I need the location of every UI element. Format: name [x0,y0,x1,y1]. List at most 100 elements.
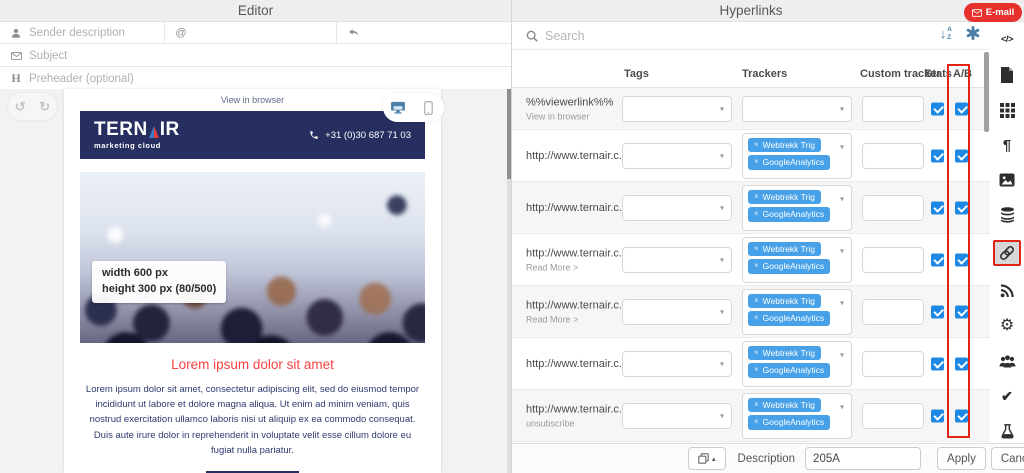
code-icon[interactable]: </> [997,30,1017,50]
link-icon[interactable] [993,240,1021,266]
custom-tracker-input[interactable] [862,298,924,325]
apply-button[interactable]: Apply [937,447,986,470]
undo-icon[interactable]: ↺ [15,100,26,113]
stats-checkbox[interactable] [931,305,944,318]
table-row: http://www.ternair.c... Read More > ▾ ▾ … [512,286,990,338]
trackers-dropdown[interactable]: ▾ × Webtrekk Trig × GoogleAnalytics [742,288,852,335]
stats-checkbox[interactable] [931,102,944,115]
tags-dropdown[interactable]: ▾ [622,350,732,377]
trackers-dropdown[interactable]: ▾ × Webtrekk Trig × GoogleAnalytics [742,392,852,439]
tracker-chip[interactable]: × GoogleAnalytics [748,311,831,326]
trackers-dropdown[interactable]: ▾ × Webtrekk Trig × GoogleAnalytics [742,236,852,283]
link-cell: %%viewerlink%% View in browser [526,96,613,121]
stats-checkbox[interactable] [931,253,944,266]
tags-dropdown[interactable]: ▾ [622,194,732,221]
reply-arrow-icon [346,28,360,38]
link-url: http://www.ternair.c... [526,299,629,311]
chip-remove-icon[interactable]: × [754,418,759,426]
chip-remove-icon[interactable]: × [754,314,759,322]
tracker-chip[interactable]: × GoogleAnalytics [748,155,831,170]
reply-to-field-wrap[interactable] [337,22,511,43]
tags-dropdown[interactable]: ▾ [622,95,732,122]
ab-checkbox[interactable] [955,357,968,370]
tracker-chip[interactable]: × GoogleAnalytics [748,415,831,430]
flask-icon[interactable] [997,421,1017,441]
chip-remove-icon[interactable]: × [754,244,759,253]
tags-dropdown[interactable]: ▾ [622,298,732,325]
tracker-chip[interactable]: × GoogleAnalytics [748,363,831,378]
paragraph-icon[interactable]: ¶ [997,135,1017,155]
custom-tracker-input[interactable] [862,246,924,273]
stats-checkbox[interactable] [931,357,944,370]
tracker-chip[interactable]: × Webtrekk Trig [748,345,821,360]
chip-remove-icon[interactable]: × [754,400,759,409]
tags-dropdown[interactable]: ▾ [622,142,732,169]
custom-tracker-input[interactable] [862,194,924,221]
tracker-chip[interactable]: × Webtrekk Trig [748,189,821,204]
copy-menu-button[interactable]: ▴ [688,447,726,470]
sender-email-field-wrap[interactable]: @ [165,22,337,43]
tags-dropdown[interactable]: ▾ [622,402,732,429]
check-icon[interactable]: ✔ [997,386,1017,406]
search-icon [526,30,538,42]
chip-remove-icon[interactable]: × [754,366,759,374]
hyperlink-rows: %%viewerlink%% View in browser ▾ ▾ http:… [512,88,990,442]
copy-icon [698,453,709,464]
image-icon[interactable] [997,170,1017,190]
tracker-chip[interactable]: × GoogleAnalytics [748,259,831,274]
desktop-preview-button[interactable] [384,93,412,122]
mobile-preview-button[interactable] [415,93,443,122]
chip-remove-icon[interactable]: × [754,158,759,166]
custom-tracker-input[interactable] [862,350,924,377]
file-icon[interactable] [997,65,1017,85]
grid-icon[interactable] [997,100,1017,120]
trackers-dropdown[interactable]: ▾ × Webtrekk Trig × GoogleAnalytics [742,184,852,231]
preheader-row[interactable]: H Preheader (optional) [0,68,511,90]
stats-checkbox[interactable] [931,409,944,422]
tracker-chip[interactable]: × GoogleAnalytics [748,207,831,222]
chip-remove-icon[interactable]: × [754,210,759,218]
trackers-dropdown[interactable]: ▾ [742,95,852,122]
sender-field-wrap[interactable]: Sender description [0,22,165,43]
tracker-chip[interactable]: × Webtrekk Trig [748,293,821,308]
gear-icon[interactable]: ⚙ [997,316,1017,336]
trackers-dropdown[interactable]: ▾ × Webtrekk Trig × GoogleAnalytics [742,340,852,387]
chip-remove-icon[interactable]: × [754,192,759,201]
tracker-chip[interactable]: × Webtrekk Trig [748,137,821,152]
subject-row[interactable]: Subject [0,45,511,67]
tracker-chip[interactable]: × Webtrekk Trig [748,241,821,256]
asterisk-icon[interactable] [966,26,980,40]
editor-canvas-area: View in browser TERN IR marketing cloud … [0,89,511,473]
custom-tracker-input[interactable] [862,402,924,429]
sort-az-icon[interactable]: ↓ AZ [940,26,952,41]
email-button[interactable]: E-mail [964,3,1022,22]
stats-checkbox[interactable] [931,149,944,162]
stats-checkbox[interactable] [931,201,944,214]
rss-icon[interactable] [997,281,1017,301]
tags-dropdown[interactable]: ▾ [622,246,732,273]
cancel-button[interactable]: Cancel [990,447,1024,470]
ab-checkbox[interactable] [955,201,968,214]
chip-remove-icon[interactable]: × [754,262,759,270]
hyperlinks-scrollbar[interactable] [984,52,989,132]
custom-tracker-input[interactable] [862,95,924,122]
search-input[interactable] [545,28,990,43]
chip-remove-icon[interactable]: × [754,348,759,357]
hyperlinks-panel-title: Hyperlinks [719,3,783,18]
chip-remove-icon[interactable]: × [754,140,759,149]
ab-checkbox[interactable] [955,149,968,162]
ab-checkbox[interactable] [955,409,968,422]
ab-checkbox[interactable] [955,253,968,266]
hero-image[interactable]: width 600 px height 300 px (80/500) [80,172,425,343]
envelope-icon [9,51,23,60]
custom-tracker-input[interactable] [862,142,924,169]
description-input[interactable] [805,447,922,470]
redo-icon[interactable]: ↻ [39,100,50,113]
trackers-dropdown[interactable]: ▾ × Webtrekk Trig × GoogleAnalytics [742,132,852,179]
ab-checkbox[interactable] [955,102,968,115]
tracker-chip[interactable]: × Webtrekk Trig [748,397,821,412]
database-icon[interactable] [997,205,1017,225]
users-icon[interactable] [997,351,1017,371]
ab-checkbox[interactable] [955,305,968,318]
chip-remove-icon[interactable]: × [754,296,759,305]
